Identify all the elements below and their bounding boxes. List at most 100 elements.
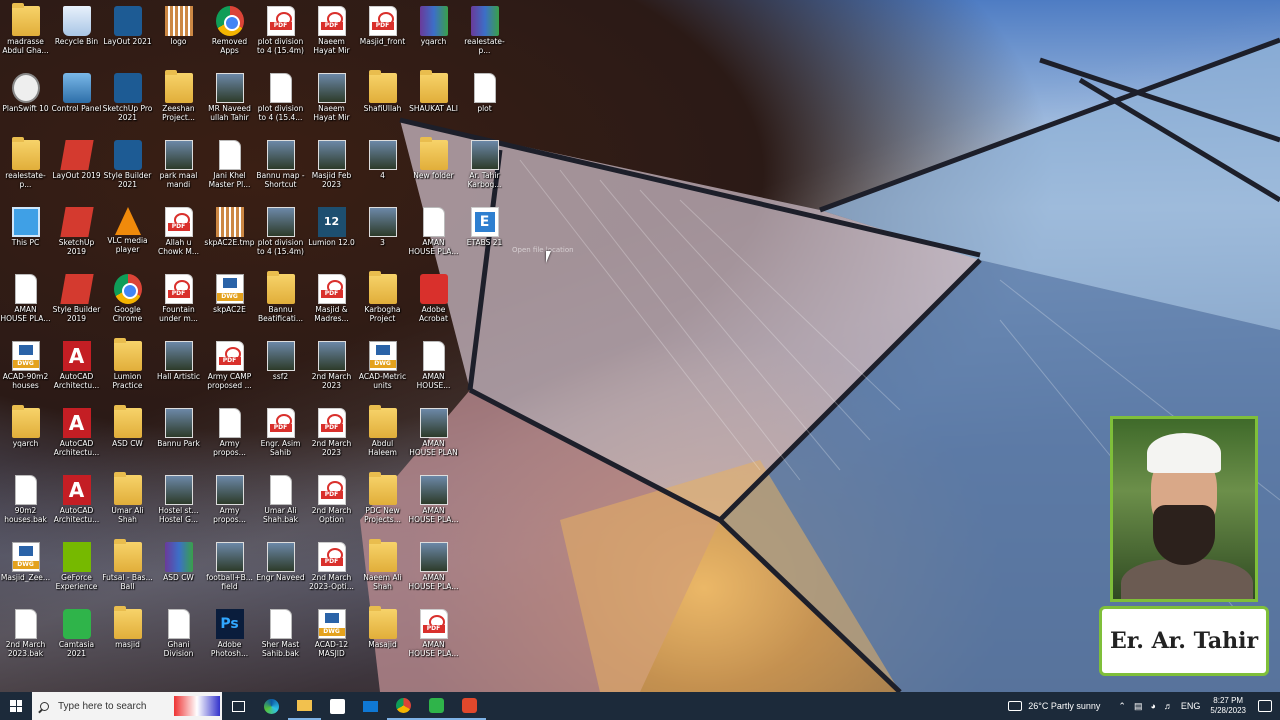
desktop-icon[interactable]: Ps Adobe Photosh...: [204, 607, 255, 671]
task-view-button[interactable]: [222, 692, 255, 720]
desktop-icon[interactable]: LayOut 2021: [102, 4, 153, 68]
start-button[interactable]: [0, 692, 32, 720]
desktop-icon[interactable]: Karbogha Project: [357, 271, 408, 336]
desktop-icon[interactable]: Removed Apps: [204, 4, 255, 68]
desktop-icon[interactable]: Army propos...: [204, 406, 255, 470]
chevron-up-icon[interactable]: ⌃: [1118, 701, 1126, 712]
desktop-icon[interactable]: ssf2: [255, 339, 306, 403]
store-taskbar-button[interactable]: [321, 692, 354, 720]
desktop-icon[interactable]: 3: [357, 205, 408, 269]
desktop-icon[interactable]: plot division to 4 (15.4m): [255, 205, 306, 269]
desktop-icon[interactable]: Hostel st... Hostel G...: [153, 473, 204, 537]
desktop-icon[interactable]: 2nd March 2023.bak: [0, 607, 51, 671]
language-indicator[interactable]: ENG: [1181, 701, 1201, 711]
desktop-icon[interactable]: Engr. Asim Sahib: [255, 406, 306, 470]
desktop-icon[interactable]: masjid: [102, 606, 153, 671]
desktop-icon[interactable]: plot division to 4 (15.4...: [255, 71, 306, 135]
desktop-icon[interactable]: football+B... field: [204, 540, 255, 604]
desktop-icon[interactable]: Style Builder 2019: [51, 272, 102, 336]
desktop-icon[interactable]: 90m2 houses.bak: [0, 473, 51, 537]
desktop-icon[interactable]: ASD CW: [102, 405, 153, 470]
desktop-icon[interactable]: Naeem Hayat Mir: [306, 71, 357, 135]
volume-icon[interactable]: ♬: [1164, 701, 1173, 711]
desktop-icon[interactable]: LayOut 2019: [51, 138, 102, 202]
desktop-icon[interactable]: Adobe Acrobat: [408, 272, 459, 336]
desktop-icon[interactable]: realestate-p...: [0, 137, 51, 202]
desktop-icon[interactable]: Ghani Division: [153, 607, 204, 671]
desktop-icon[interactable]: logo: [153, 4, 204, 68]
desktop-icon[interactable]: Bannu map - Shortcut: [255, 138, 306, 202]
desktop-icon[interactable]: 2nd March 2023-Opti...: [306, 540, 357, 604]
desktop-icon[interactable]: Masjid_front: [357, 4, 408, 68]
desktop-icon[interactable]: Bannu Beatificati...: [255, 271, 306, 336]
desktop-icon[interactable]: Sher Mast Sahib.bak: [255, 607, 306, 671]
desktop-icon[interactable]: AMAN HOUSE PLA...: [408, 205, 459, 269]
desktop-icon[interactable]: Allah u Chowk M...: [153, 205, 204, 269]
desktop-icon[interactable]: Hall Artistic: [153, 339, 204, 403]
desktop-icon[interactable]: Zeeshan Project...: [153, 70, 204, 135]
desktop-icon[interactable]: New folder: [408, 137, 459, 202]
desktop-icon[interactable]: PlanSwift 10: [0, 71, 51, 135]
desktop-icon[interactable]: plot: [459, 71, 510, 135]
desktop-icon[interactable]: Google Chrome: [102, 272, 153, 336]
clock[interactable]: 8:27 PM 5/28/2023: [1210, 696, 1246, 716]
desktop-icon[interactable]: madrasse Abdul Gha...: [0, 3, 51, 68]
desktop-icon[interactable]: Lumion Practice: [102, 338, 153, 403]
desktop-icon[interactable]: Masajid: [357, 606, 408, 671]
desktop-icon[interactable]: Umar Ali Shah.bak: [255, 473, 306, 537]
notification-icon[interactable]: [1258, 700, 1272, 712]
desktop-icon[interactable]: ACAD-90m2 houses: [0, 339, 51, 403]
desktop-icon[interactable]: A AutoCAD Architectu...: [51, 473, 102, 537]
desktop-icon[interactable]: yqarch: [0, 405, 51, 470]
desktop-icon[interactable]: 4: [357, 138, 408, 202]
desktop-icon[interactable]: Naeem Ali Shah: [357, 539, 408, 604]
desktop-icon[interactable]: GeForce Experience: [51, 540, 102, 604]
desktop-icon[interactable]: ETABS 21: [459, 205, 510, 269]
desktop-icon[interactable]: Ar. Tahir Karbog...: [459, 138, 510, 202]
desktop-icon[interactable]: AMAN HOUSE...: [408, 339, 459, 403]
desktop-icon[interactable]: 2nd March 2023: [306, 339, 357, 403]
desktop-icon[interactable]: plot division to 4 (15.4m): [255, 4, 306, 68]
camtasia-recorder-taskbar-button[interactable]: [453, 692, 486, 720]
desktop-icon[interactable]: MR Naveed ullah Tahir: [204, 71, 255, 135]
desktop-icon[interactable]: 2nd March Option: [306, 473, 357, 537]
desktop-icon[interactable]: This PC: [0, 205, 51, 269]
desktop-icon[interactable]: AMAN HOUSE PLA...: [0, 272, 51, 336]
desktop-icon[interactable]: Naeem Hayat Mir: [306, 4, 357, 68]
desktop-icon[interactable]: AMAN HOUSE PLA...: [408, 607, 459, 671]
desktop-icon[interactable]: SketchUp 2019: [51, 205, 102, 269]
desktop-icon[interactable]: Jani Khel Master Pl...: [204, 138, 255, 202]
desktop-icon[interactable]: SketchUp Pro 2021: [102, 71, 153, 135]
mail-taskbar-button[interactable]: [354, 692, 387, 720]
desktop-icon[interactable]: Army CAMP proposed ...: [204, 339, 255, 403]
desktop-icon[interactable]: 2nd March 2023: [306, 406, 357, 470]
weather-widget[interactable]: 26°C Partly sunny: [1008, 701, 1100, 711]
desktop-icon[interactable]: Style Builder 2021: [102, 138, 153, 202]
desktop-icon[interactable]: AMAN HOUSE PLA...: [408, 540, 459, 604]
desktop-icon[interactable]: skpAC2E: [204, 272, 255, 336]
desktop-icon[interactable]: Bannu Park: [153, 406, 204, 470]
network-icon[interactable]: ▤: [1134, 701, 1143, 712]
camtasia-taskbar-button[interactable]: [420, 692, 453, 720]
desktop-icon[interactable]: Masjid_Zee...: [0, 540, 51, 604]
desktop-icon[interactable]: SHAUKAT ALI: [408, 70, 459, 135]
desktop-icon[interactable]: PDC New Projects...: [357, 472, 408, 537]
desktop-icon[interactable]: Umar Ali Shah: [102, 472, 153, 537]
desktop-icon[interactable]: A AutoCAD Architectu...: [51, 339, 102, 403]
desktop-icon[interactable]: Futsal - Bas... Ball: [102, 539, 153, 604]
chrome-taskbar-button[interactable]: [387, 692, 420, 720]
desktop-icon[interactable]: VLC media player: [102, 205, 153, 269]
desktop-icon[interactable]: Army propos...: [204, 473, 255, 537]
desktop-icon[interactable]: Control Panel: [51, 71, 102, 135]
desktop-icon[interactable]: realestate-p...: [459, 4, 510, 68]
desktop-icon[interactable]: Recycle Bin: [51, 4, 102, 68]
wifi-icon[interactable]: ◕: [1150, 701, 1155, 711]
desktop-icon[interactable]: 12 Lumion 12.0: [306, 205, 357, 269]
taskbar-search-box[interactable]: Type here to search: [32, 692, 222, 720]
desktop-icon[interactable]: park maal mandi: [153, 138, 204, 202]
desktop-icon[interactable]: Masjid & Madres...: [306, 272, 357, 336]
desktop-icon[interactable]: yqarch: [408, 4, 459, 68]
desktop-icon[interactable]: Camtasia 2021: [51, 607, 102, 671]
desktop-icon[interactable]: Fountain under m...: [153, 272, 204, 336]
desktop-icon[interactable]: ACAD-12 MASJID: [306, 607, 357, 671]
